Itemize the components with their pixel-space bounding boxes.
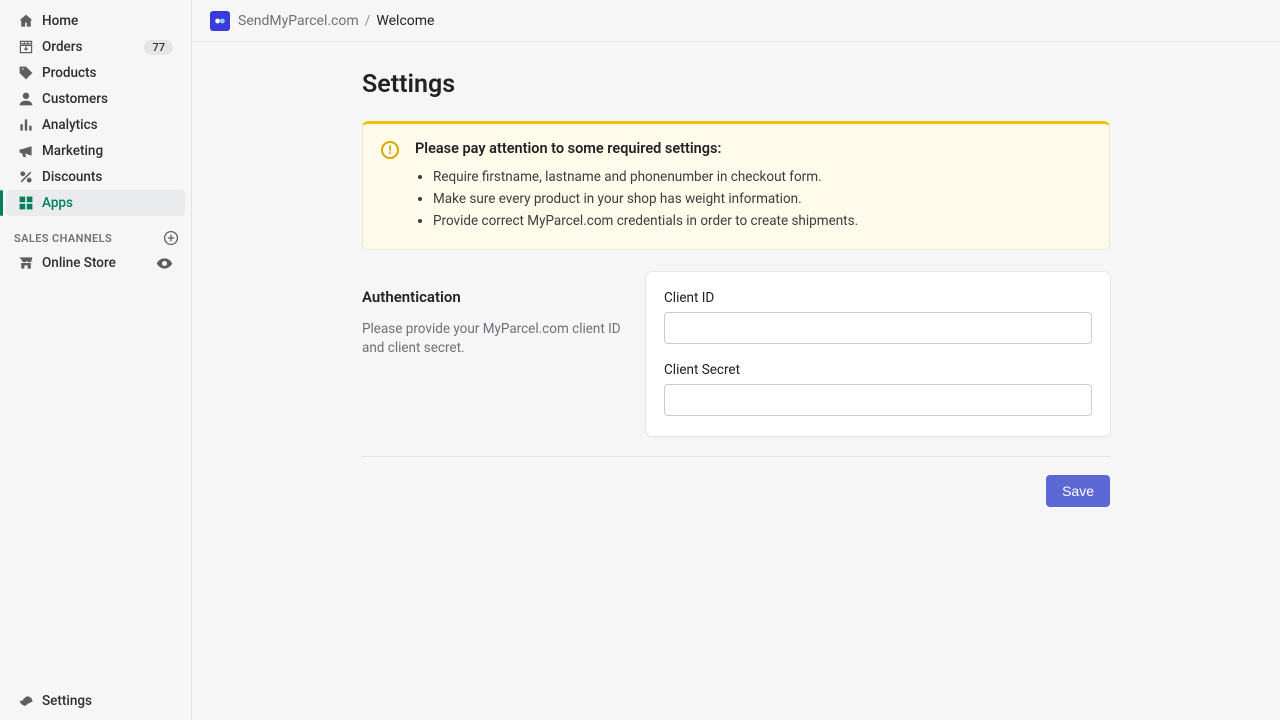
sidebar-item-apps[interactable]: Apps [6,190,185,216]
sidebar-item-home[interactable]: Home [6,8,185,34]
store-icon [18,255,42,271]
sidebar-item-settings[interactable]: Settings [6,688,185,714]
sidebar-item-label: Apps [42,195,73,211]
main-area: SendMyParcel.com / Welcome Settings ! Pl… [192,0,1280,720]
eye-icon[interactable] [156,255,173,272]
warning-banner: ! Please pay attention to some required … [362,121,1110,250]
home-icon [18,13,42,29]
breadcrumb-separator: / [365,13,371,29]
sidebar-item-label: Online Store [42,255,116,271]
sidebar-item-label: Home [42,13,78,29]
banner-item: Make sure every product in your shop has… [433,191,1091,207]
topbar: SendMyParcel.com / Welcome [192,0,1280,42]
client-secret-input[interactable] [664,384,1092,416]
add-channel-icon[interactable] [163,230,179,246]
sidebar: Home Orders 77 Products Customers Anal [0,0,192,720]
megaphone-icon [18,143,42,159]
authentication-section: Authentication Please provide your MyPar… [362,272,1110,457]
user-icon [18,91,42,107]
sidebar-item-discounts[interactable]: Discounts [6,164,185,190]
page-title: Settings [362,70,1110,99]
sidebar-item-label: Marketing [42,143,103,159]
sales-channels-label: SALES CHANNELS [14,232,112,245]
sidebar-item-label: Settings [42,693,92,709]
client-id-label: Client ID [664,290,1092,306]
sidebar-item-label: Analytics [42,117,98,133]
orders-badge: 77 [144,40,173,55]
banner-list: Require firstname, lastname and phonenum… [415,169,1091,229]
sidebar-item-online-store[interactable]: Online Store [6,250,185,276]
discount-icon [18,169,42,185]
banner-item: Require firstname, lastname and phonenum… [433,169,1091,185]
sidebar-item-analytics[interactable]: Analytics [6,112,185,138]
client-secret-label: Client Secret [664,362,1092,378]
sidebar-item-label: Orders [42,39,83,55]
sidebar-item-products[interactable]: Products [6,60,185,86]
sidebar-item-label: Discounts [42,169,102,185]
breadcrumb-current: Welcome [376,13,434,29]
sidebar-item-customers[interactable]: Customers [6,86,185,112]
app-logo-icon [210,11,230,31]
banner-title: Please pay attention to some required se… [415,140,1091,157]
sales-channels-header: SALES CHANNELS [0,216,191,250]
sidebar-item-marketing[interactable]: Marketing [6,138,185,164]
banner-item: Provide correct MyParcel.com credentials… [433,213,1091,229]
sidebar-item-label: Products [42,65,96,81]
tag-icon [18,65,42,81]
gear-icon [18,693,42,709]
save-button[interactable]: Save [1046,475,1110,507]
warning-icon: ! [381,141,399,159]
sidebar-item-label: Customers [42,91,108,107]
apps-icon [18,195,42,211]
sidebar-item-orders[interactable]: Orders 77 [6,34,185,60]
orders-icon [18,39,42,55]
authentication-title: Authentication [362,288,622,306]
form-actions: Save [362,475,1110,507]
breadcrumb-root[interactable]: SendMyParcel.com [238,13,359,29]
analytics-icon [18,117,42,133]
authentication-description: Please provide your MyParcel.com client … [362,320,622,358]
client-id-input[interactable] [664,312,1092,344]
authentication-card: Client ID Client Secret [646,272,1110,436]
content-scroll: Settings ! Please pay attention to some … [192,42,1280,720]
